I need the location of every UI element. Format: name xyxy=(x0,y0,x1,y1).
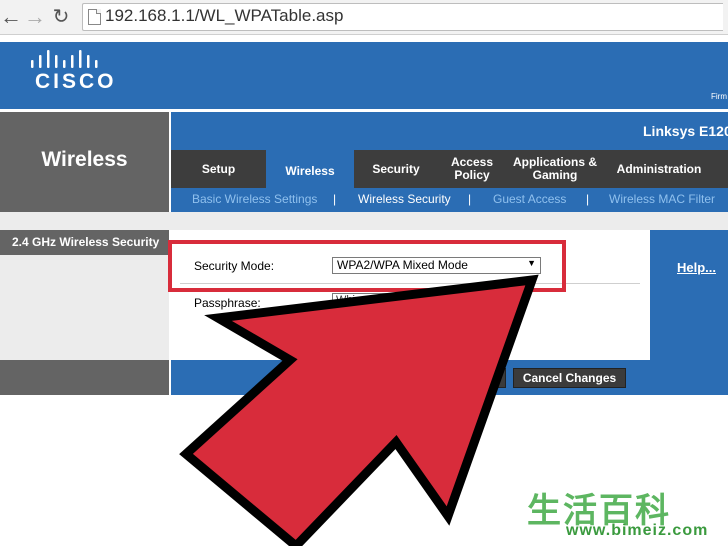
passphrase-label: Passphrase: xyxy=(194,296,261,310)
subtab-separator: | xyxy=(333,192,337,206)
section-subtitle: 2.4 GHz Wireless Security xyxy=(12,235,160,249)
address-bar[interactable]: 192.168.1.1/WL_WPATable.asp xyxy=(82,3,723,31)
passphrase-input[interactable]: Whi xyxy=(332,293,454,310)
main-tabs: Setup Wireless Security Access Policy Ap… xyxy=(171,150,728,192)
tab-administration[interactable]: Administration xyxy=(604,150,714,188)
url-text[interactable]: 192.168.1.1/WL_WPATable.asp xyxy=(105,6,343,26)
subtab-guest-access[interactable]: Guest Access xyxy=(493,192,566,206)
subtab-basic-wireless-settings[interactable]: Basic Wireless Settings xyxy=(192,192,317,206)
model-name: Linksys E120 xyxy=(643,123,728,139)
cisco-logo-icon xyxy=(31,50,98,68)
page-icon xyxy=(88,9,101,25)
footer-left xyxy=(0,360,169,395)
subtab-wireless-security[interactable]: Wireless Security xyxy=(358,192,451,206)
subtab-wireless-mac-filter[interactable]: Wireless MAC Filter xyxy=(609,192,715,206)
content-top-strip xyxy=(0,212,728,230)
cisco-header: CISCO Firm xyxy=(0,42,728,109)
forward-icon[interactable]: → xyxy=(24,4,46,30)
help-column xyxy=(650,230,728,395)
subtab-separator: | xyxy=(468,192,472,206)
cisco-logo-text: CISCO xyxy=(35,70,117,93)
browser-toolbar: ← → ↻ 192.168.1.1/WL_WPATable.asp xyxy=(0,0,728,35)
reload-icon[interactable]: ↻ xyxy=(50,4,72,30)
section-box: Wireless xyxy=(0,112,169,212)
passphrase-value: Whi xyxy=(336,294,355,306)
save-settings-button[interactable]: nges xyxy=(410,368,506,388)
highlight-box xyxy=(168,240,566,292)
watermark-url: www.bimeiz.com xyxy=(566,522,709,539)
tab-setup[interactable]: Setup xyxy=(171,150,266,188)
tab-access-policy[interactable]: Access Policy xyxy=(438,150,506,188)
tab-applications-gaming[interactable]: Applications & Gaming xyxy=(506,150,604,188)
subtab-separator: | xyxy=(586,192,590,206)
help-link[interactable]: Help... xyxy=(677,260,716,275)
back-icon[interactable]: ← xyxy=(0,4,22,30)
tab-wireless[interactable]: Wireless xyxy=(266,150,354,192)
firmware-label: Firm xyxy=(711,92,727,101)
tab-security[interactable]: Security xyxy=(354,150,438,188)
left-title-bar: 2.4 GHz Wireless Security xyxy=(0,230,169,255)
cancel-changes-button[interactable]: Cancel Changes xyxy=(513,368,626,388)
sub-tabs: Basic Wireless Settings | Wireless Secur… xyxy=(171,188,728,212)
model-band: Linksys E120 xyxy=(171,112,728,150)
page-title: Wireless xyxy=(41,148,128,171)
